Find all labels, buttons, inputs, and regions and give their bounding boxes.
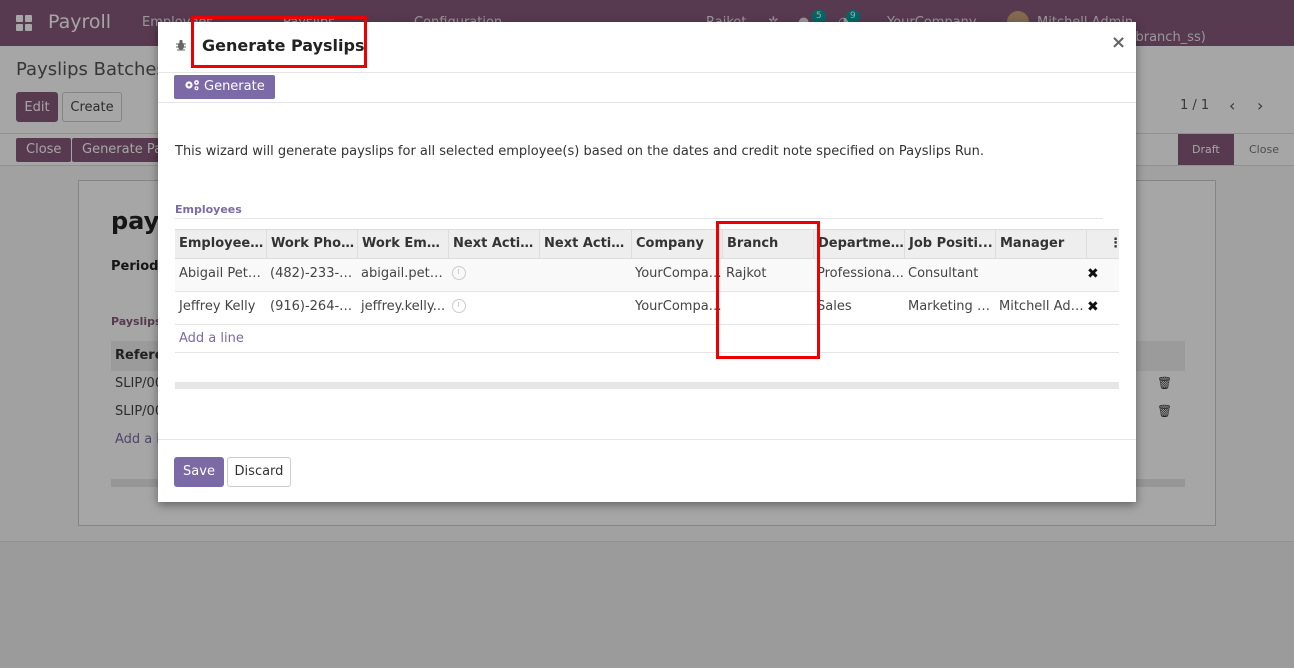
work-email[interactable]: jeffrey.kelly... (357, 292, 448, 325)
department[interactable]: Professiona... (813, 259, 904, 292)
next-activity-deadline[interactable] (539, 292, 631, 325)
dialog-footer: Save Discard (158, 439, 1136, 502)
table-row[interactable]: Jeffrey Kelly (916)-264-7... jeffrey.kel… (175, 292, 1119, 325)
column-work-phone[interactable]: Work Phon... (266, 230, 357, 260)
branch-highlight-box (716, 221, 820, 359)
column-employee[interactable]: Employee ... (175, 230, 266, 260)
column-manager[interactable]: Manager (995, 230, 1086, 260)
save-button[interactable]: Save (174, 457, 224, 487)
bug-icon[interactable] (175, 39, 187, 51)
add-line-row: Add a line (175, 325, 1119, 353)
generate-label: Generate (204, 79, 265, 94)
gears-icon (185, 80, 199, 91)
column-next-activity-deadline[interactable]: Next Activi... (539, 230, 631, 260)
work-phone[interactable]: (482)-233-3... (266, 259, 357, 292)
column-company[interactable]: Company (631, 230, 722, 260)
title-highlight-box (191, 16, 367, 68)
column-work-email[interactable]: Work Emai... (357, 230, 448, 260)
divider (175, 218, 1103, 219)
work-phone[interactable]: (916)-264-7... (266, 292, 357, 325)
next-activity[interactable] (448, 292, 539, 325)
generate-button[interactable]: Generate (174, 75, 275, 99)
remove-row-icon[interactable]: ✖ (1087, 292, 1099, 322)
employees-table-header: Employee ... Work Phon... Work Emai... N… (175, 229, 1122, 260)
column-next-activity[interactable]: Next Activity (448, 230, 539, 260)
close-icon[interactable]: × (1111, 32, 1126, 53)
company[interactable]: YourCompany (631, 259, 722, 292)
job-position[interactable]: Consultant (904, 259, 995, 292)
department[interactable]: Sales (813, 292, 904, 325)
next-activity-deadline[interactable] (539, 259, 631, 292)
table-row[interactable]: Abigail Pete... (482)-233-3... abigail.p… (175, 259, 1119, 292)
company[interactable]: YourCompany (631, 292, 722, 325)
column-department[interactable]: Departmen... (813, 230, 904, 260)
generate-payslips-dialog: Generate Payslips × Generate This wizard… (158, 16, 1136, 502)
work-email[interactable]: abigail.peter... (357, 259, 448, 292)
employee-name[interactable]: Jeffrey Kelly (175, 292, 266, 325)
manager[interactable]: Mitchell Admin (995, 292, 1086, 325)
clock-icon[interactable] (452, 266, 466, 280)
employees-section-label: Employees (175, 203, 242, 216)
employee-name[interactable]: Abigail Pete... (175, 259, 266, 292)
table-scrollbar[interactable] (175, 382, 1119, 389)
job-position[interactable]: Marketing a... (904, 292, 995, 325)
add-line-link[interactable]: Add a line (179, 325, 244, 353)
manager[interactable] (995, 259, 1086, 292)
clock-icon[interactable] (452, 299, 466, 313)
kebab-menu-icon[interactable]: ⋮ (1109, 230, 1122, 258)
next-activity[interactable] (448, 259, 539, 292)
column-job-position[interactable]: Job Positi... (904, 230, 995, 260)
discard-button[interactable]: Discard (227, 457, 291, 487)
remove-row-icon[interactable]: ✖ (1087, 259, 1099, 289)
dialog-toolbar: Generate (158, 73, 1136, 103)
wizard-description: This wizard will generate payslips for a… (175, 144, 984, 159)
